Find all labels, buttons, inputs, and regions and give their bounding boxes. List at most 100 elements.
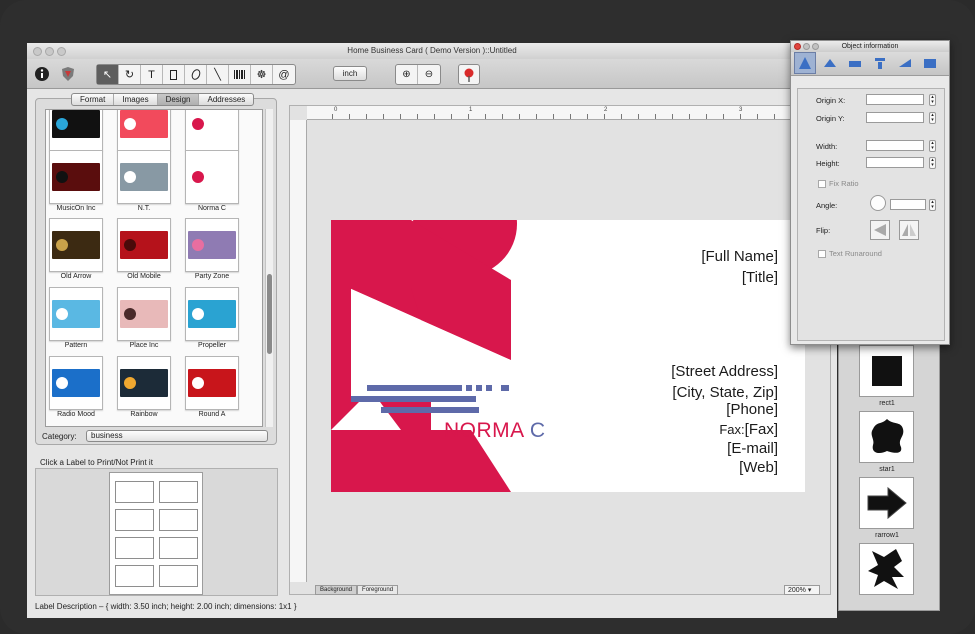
template-item[interactable]: Rainbow [112,356,176,418]
angle-stepper[interactable]: ▴ ▾ [929,199,936,211]
fill-icon[interactable]: ☸ [251,65,273,84]
design-canvas[interactable]: 0123 [Full Name] [Title] [Street Address… [289,105,831,595]
label-slot[interactable] [159,481,198,503]
template-thumbnail[interactable] [117,356,171,410]
template-item[interactable]: Propeller [180,287,244,349]
angle-dial[interactable] [870,195,886,211]
template-item[interactable]: Old Mobile [112,218,176,280]
template-item[interactable]: MusicOn Inc [46,150,108,212]
tab-background[interactable]: Background [315,585,358,595]
template-item[interactable]: Party Zone [180,218,244,280]
zoom-select[interactable]: 200% ▾ [784,585,820,595]
card-phone[interactable]: [Phone] [726,401,778,418]
card-logo-text[interactable]: NORMA C [444,419,546,443]
shape-rect[interactable] [859,345,914,397]
flip-vertical-icon[interactable] [899,220,919,240]
map-pin-icon[interactable] [458,64,480,85]
template-thumbnail[interactable] [117,218,171,272]
info-icon[interactable] [32,64,52,84]
template-item[interactable]: N.T. [112,150,176,212]
business-card[interactable]: [Full Name] [Title] [Street Address] [Ci… [331,220,805,492]
template-thumbnail[interactable] [185,287,239,341]
label-slot[interactable] [115,565,154,587]
width-stepper[interactable]: ▴ ▾ [929,140,936,152]
template-thumbnail[interactable] [117,150,171,204]
tab-images[interactable]: Images [114,94,158,105]
height-stepper[interactable]: ▴ ▾ [929,157,936,169]
card-title[interactable]: [Title] [742,269,778,286]
template-item[interactable]: Radio Mood [46,356,108,418]
ellipse-icon[interactable] [185,65,207,84]
shape-star[interactable] [859,411,914,463]
card-street[interactable]: [Street Address] [671,363,778,380]
template-thumbnail[interactable] [49,150,103,204]
zoom-window-button[interactable] [57,47,66,56]
label-slot[interactable] [115,537,154,559]
template-scrollbar[interactable] [265,109,273,427]
category-select[interactable]: business [86,430,268,442]
template-thumbnail[interactable] [117,287,171,341]
arrange-icon[interactable] [819,52,841,74]
card-full-name[interactable]: [Full Name] [701,248,778,265]
template-thumbnail[interactable] [49,110,103,151]
scrollbar-thumb[interactable] [267,274,272,354]
label-slot[interactable] [159,509,198,531]
panel-close-button[interactable] [794,43,801,50]
tab-format[interactable]: Format [72,94,115,105]
template-item[interactable]: Old Arrow [46,218,108,280]
template-item[interactable]: Place Inc [112,287,176,349]
template-item[interactable]: Norma C [180,150,244,212]
template-thumbnail[interactable] [49,218,103,272]
label-slot[interactable] [115,481,154,503]
label-slot[interactable] [159,537,198,559]
fix-ratio-checkbox[interactable]: Fix Ratio [818,179,859,189]
template-thumbnail[interactable] [185,110,239,151]
template-thumbnail[interactable] [49,356,103,410]
text-runaround-checkbox[interactable]: Text Runaround [818,249,882,259]
at-sign-icon[interactable]: @ [273,65,295,84]
height-field[interactable] [866,157,924,168]
align-icon[interactable] [869,52,891,74]
label-slot[interactable] [159,565,198,587]
minimize-window-button[interactable] [45,47,54,56]
style-icon[interactable] [919,52,941,74]
width-field[interactable] [866,140,924,151]
panel-zoom-button[interactable] [812,43,819,50]
card-email[interactable]: [E-mail] [727,440,778,457]
tab-foreground[interactable]: Foreground [357,585,399,595]
card-fax[interactable]: Fax:[Fax] [719,421,778,438]
shape-arrow[interactable] [859,477,914,529]
close-window-button[interactable] [33,47,42,56]
rectangle-icon[interactable] [163,65,185,84]
template-thumbnail[interactable] [185,150,239,204]
barcode-icon[interactable] [229,65,251,84]
template-thumbnail[interactable] [117,110,171,151]
template-item[interactable]: Pattern [46,287,108,349]
origin-y-stepper[interactable]: ▴ ▾ [929,112,936,124]
angle-field[interactable] [890,199,926,210]
card-web[interactable]: [Web] [739,459,778,476]
origin-x-stepper[interactable]: ▴ ▾ [929,94,936,106]
select-arrow-icon[interactable]: ↖ [97,65,119,84]
template-thumbnail[interactable] [185,356,239,410]
panel-minimize-button[interactable] [803,43,810,50]
tab-addresses[interactable]: Addresses [199,94,253,105]
rotate-icon[interactable]: ↻ [119,65,141,84]
layer-icon[interactable] [844,52,866,74]
template-item[interactable]: Round A [180,356,244,418]
position-icon[interactable] [794,52,816,74]
text-icon[interactable]: T [141,65,163,84]
flip-horizontal-icon[interactable] [870,220,890,240]
shield-icon[interactable] [58,64,78,84]
template-thumbnail[interactable] [185,218,239,272]
shape-scribble[interactable] [859,543,914,595]
unit-button[interactable]: inch [333,66,367,81]
template-thumbnail[interactable] [49,287,103,341]
zoom-out-icon[interactable]: ⊖ [418,65,440,84]
transform-icon[interactable] [894,52,916,74]
tab-design[interactable]: Design [157,94,200,105]
origin-x-field[interactable] [866,94,924,105]
origin-y-field[interactable] [866,112,924,123]
card-city[interactable]: [City, State, Zip] [672,384,778,401]
label-slot[interactable] [115,509,154,531]
